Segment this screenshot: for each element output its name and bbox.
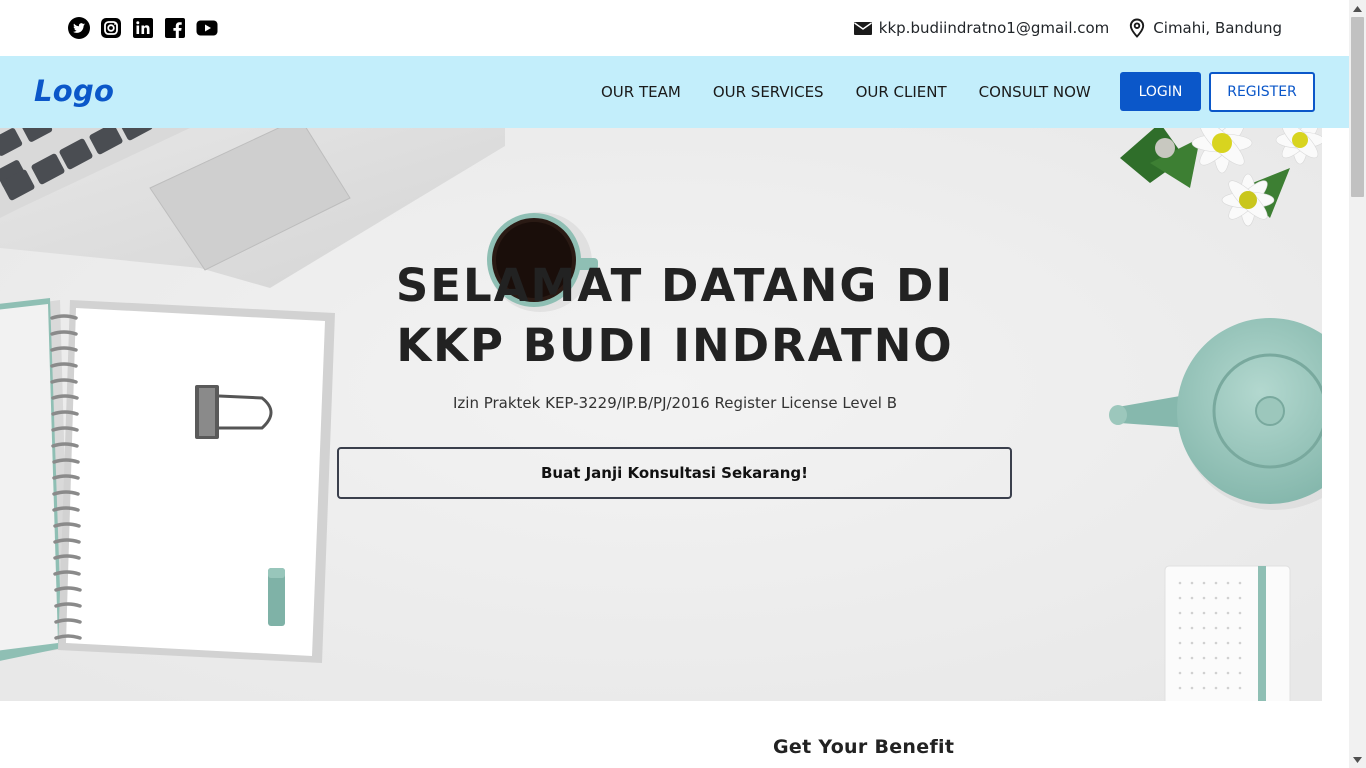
benefit-section-title: Get Your Benefit [773,736,955,758]
book-consultation-button[interactable]: Buat Janji Konsultasi Sekarang! [337,447,1012,499]
linkedin-icon[interactable] [132,17,154,39]
contact-info: kkp.budiindratno1@gmail.com Cimahi, Band… [853,17,1282,39]
location-contact: Cimahi, Bandung [1127,18,1282,38]
top-bar: kkp.budiindratno1@gmail.com Cimahi, Band… [0,0,1349,56]
instagram-icon[interactable] [100,17,122,39]
hero-subtitle: Izin Praktek KEP-3229/IP.B/PJ/2016 Regis… [452,394,897,412]
login-button[interactable]: LOGIN [1120,72,1201,111]
dotted-notebook-illustration [1164,565,1291,701]
scroll-up-arrow-icon[interactable] [1349,0,1366,17]
twitter-icon[interactable] [68,17,90,39]
nav-item-our-team[interactable]: OUR TEAM [585,83,697,101]
hero-title-line-1: SELAMAT DATANG DI [395,259,955,312]
logo[interactable]: Logo [34,74,114,108]
nav-item-consult-now[interactable]: CONSULT NOW [963,83,1107,101]
email-text: kkp.budiindratno1@gmail.com [878,19,1110,37]
hero-title-line-2: KKP BUDI INDRATNO [396,319,954,372]
location-text: Cimahi, Bandung [1153,19,1282,37]
page-scrollbar[interactable] [1349,0,1366,768]
email-contact[interactable]: kkp.budiindratno1@gmail.com [853,18,1110,38]
youtube-icon[interactable] [196,17,218,39]
hero-title: SELAMAT DATANG DI KKP BUDI INDRATNO [280,256,1070,376]
envelope-icon [853,18,873,38]
scroll-down-arrow-icon[interactable] [1349,751,1366,768]
nav-menu: OUR TEAM OUR SERVICES OUR CLIENT CONSULT… [585,56,1107,128]
navbar: Logo OUR TEAM OUR SERVICES OUR CLIENT CO… [0,56,1349,128]
hero-section: SELAMAT DATANG DI KKP BUDI INDRATNO Izin… [0,128,1322,701]
location-pin-icon [1127,18,1147,38]
nav-item-our-services[interactable]: OUR SERVICES [697,83,840,101]
register-button[interactable]: REGISTER [1209,72,1315,112]
social-links [68,17,218,39]
hero-background-image [0,128,1322,701]
nav-item-our-client[interactable]: OUR CLIENT [840,83,963,101]
facebook-icon[interactable] [164,17,186,39]
scrollbar-thumb[interactable] [1351,17,1364,197]
